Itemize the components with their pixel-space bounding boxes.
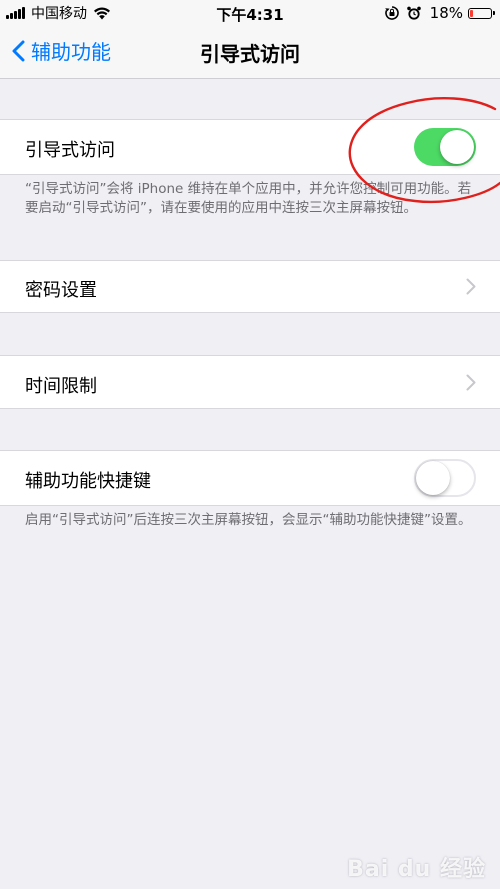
status-bar: 中国移动 下午4:31 18% xyxy=(0,0,500,26)
chevron-right-icon xyxy=(466,374,476,395)
wifi-icon xyxy=(93,7,111,20)
status-left: 中国移动 xyxy=(6,4,111,22)
back-button[interactable]: 辅助功能 xyxy=(12,36,111,65)
guided-access-description: “引导式访问”会将 iPhone 维持在单个应用中，并允许您控制可用功能。若要启… xyxy=(25,181,472,216)
passcode-settings-cell[interactable]: 密码设置 xyxy=(0,260,500,313)
status-right: 18% xyxy=(378,4,495,22)
watermark: Bai du 经验 xyxy=(347,857,486,882)
toggle-knob xyxy=(416,461,450,495)
battery-icon xyxy=(468,7,495,19)
time-limits-cell[interactable]: 时间限制 xyxy=(0,355,500,409)
toggle-knob xyxy=(440,130,474,164)
time-limits-label: 时间限制 xyxy=(25,376,97,397)
carrier-name: 中国移动 xyxy=(31,6,87,22)
guided-access-cell: 引导式访问 xyxy=(0,119,500,175)
back-button-label: 辅助功能 xyxy=(31,40,111,64)
accessibility-shortcut-description: 启用“引导式访问”后连按三次主屏幕按钮，会显示“辅助功能快捷键”设置。 xyxy=(25,512,472,528)
chevron-left-icon xyxy=(12,40,31,62)
alarm-icon xyxy=(406,5,422,21)
signal-bars-icon xyxy=(6,7,26,19)
battery-percent: 18% xyxy=(429,4,463,22)
accessibility-shortcut-cell: 辅助功能快捷键 xyxy=(0,450,500,506)
accessibility-shortcut-toggle[interactable] xyxy=(414,459,476,497)
navigation-bar: 辅助功能 引导式访问 xyxy=(0,26,500,79)
guided-access-toggle[interactable] xyxy=(414,128,476,166)
guided-access-label: 引导式访问 xyxy=(25,140,115,161)
chevron-right-icon xyxy=(466,278,476,299)
accessibility-shortcut-label: 辅助功能快捷键 xyxy=(25,471,151,492)
passcode-settings-label: 密码设置 xyxy=(25,280,97,301)
battery-level xyxy=(470,9,473,17)
rotation-lock-icon xyxy=(384,5,400,21)
